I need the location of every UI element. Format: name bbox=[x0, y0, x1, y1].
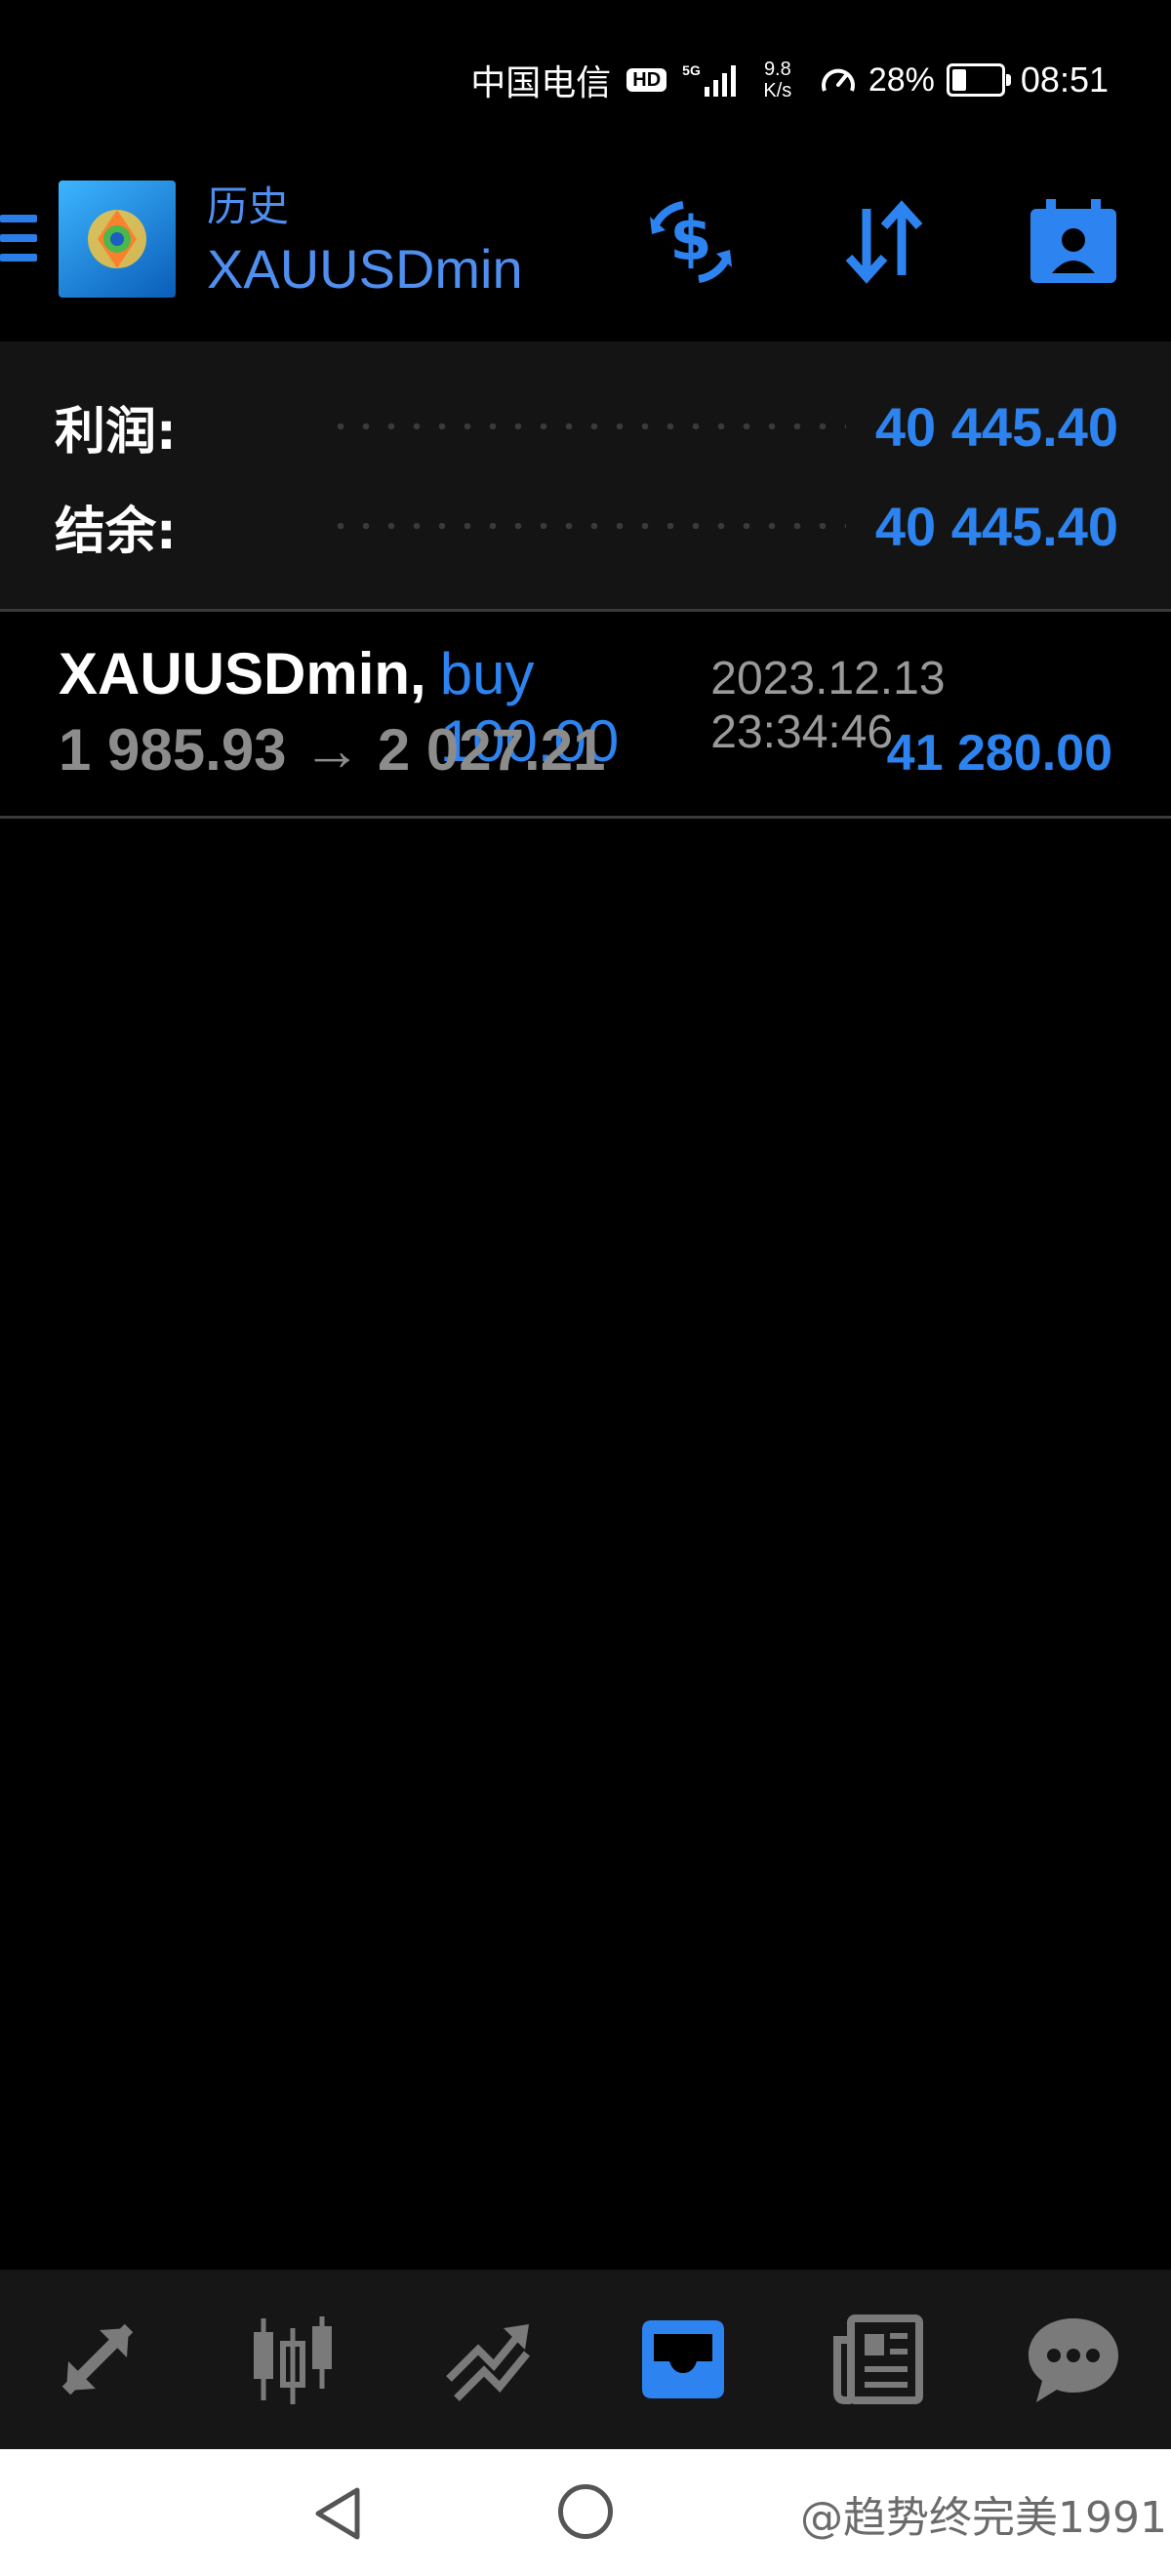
back-icon[interactable] bbox=[310, 2484, 363, 2543]
clock: 08:51 bbox=[1020, 60, 1109, 100]
nav-messages[interactable] bbox=[1015, 2301, 1132, 2418]
calendar-contact-icon[interactable] bbox=[1027, 195, 1120, 289]
nav-chart[interactable] bbox=[234, 2301, 351, 2418]
trade-row[interactable]: XAUUSDmin, buy 100.00 2023.12.13 23:34:4… bbox=[0, 611, 1171, 819]
battery-percent: 28% bbox=[868, 60, 935, 99]
trade-detail-line: 1 985.93 → 2 027.21 41 280.00 bbox=[59, 716, 1112, 784]
signal-icon: 5G bbox=[682, 63, 736, 97]
net-speed-unit: K/s bbox=[763, 80, 792, 101]
balance-row: 结余: 40 445.40 bbox=[55, 492, 1118, 561]
nav-quotes[interactable] bbox=[39, 2301, 156, 2418]
battery: 28% bbox=[820, 60, 1011, 100]
trade-prices: 1 985.93 → 2 027.21 bbox=[59, 717, 606, 783]
history-inbox-icon bbox=[642, 2320, 724, 2398]
menu-icon[interactable] bbox=[0, 215, 39, 273]
sort-icon[interactable] bbox=[837, 195, 931, 289]
balance-value: 40 445.40 bbox=[874, 495, 1118, 557]
trade-symbol: XAUUSDmin, bbox=[59, 641, 426, 706]
speedometer-icon bbox=[821, 68, 855, 92]
quotes-icon bbox=[61, 2323, 134, 2395]
nav-news[interactable] bbox=[820, 2301, 937, 2418]
app-bar: 历史 XAUUSDmin $ bbox=[0, 166, 1171, 342]
balance-label: 结余: bbox=[55, 502, 177, 561]
carrier-name: 中国电信 bbox=[470, 62, 612, 102]
status-bar: 中国电信 HD 5G 9.8 K/s 28% 08:51 bbox=[0, 0, 1171, 166]
title-block: 历史 XAUUSDmin bbox=[207, 174, 523, 301]
nav-trade[interactable] bbox=[429, 2301, 546, 2418]
profit-row: 利润: 40 445.40 bbox=[55, 392, 1118, 462]
dotted-leader bbox=[328, 523, 846, 529]
messages-icon bbox=[1029, 2318, 1118, 2402]
network-type: 5G bbox=[682, 62, 701, 78]
dotted-leader bbox=[328, 423, 846, 429]
trade-icon bbox=[446, 2324, 531, 2401]
battery-icon bbox=[946, 63, 1011, 97]
hd-badge: HD bbox=[626, 68, 667, 92]
net-speed-value: 9.8 bbox=[763, 59, 791, 80]
profit-value: 40 445.40 bbox=[874, 395, 1118, 458]
chart-candles-icon bbox=[254, 2316, 332, 2404]
currency-exchange-icon[interactable]: $ bbox=[644, 195, 738, 289]
nav-history[interactable] bbox=[625, 2301, 742, 2418]
symbol-title: XAUUSDmin bbox=[207, 238, 523, 300]
net-speed: 9.8 K/s bbox=[751, 59, 804, 101]
profit-label: 利润: bbox=[55, 402, 177, 462]
summary-panel: 利润: 40 445.40 结余: 40 445.40 bbox=[0, 342, 1171, 612]
status-indicators: 中国电信 HD 5G 9.8 K/s 28% 08:51 bbox=[470, 55, 1109, 105]
svg-text:$: $ bbox=[669, 203, 711, 274]
bottom-nav bbox=[0, 2270, 1171, 2449]
system-nav-bar: @趋势终完美1991 bbox=[0, 2449, 1171, 2576]
metatrader-logo-icon bbox=[88, 210, 146, 268]
home-icon[interactable] bbox=[558, 2484, 613, 2539]
section-title: 历史 bbox=[207, 182, 290, 230]
app-logo[interactable] bbox=[59, 181, 176, 298]
trade-profit: 41 280.00 bbox=[886, 725, 1112, 782]
watermark: @趋势终完美1991 bbox=[800, 2493, 1167, 2543]
news-icon bbox=[833, 2314, 923, 2404]
